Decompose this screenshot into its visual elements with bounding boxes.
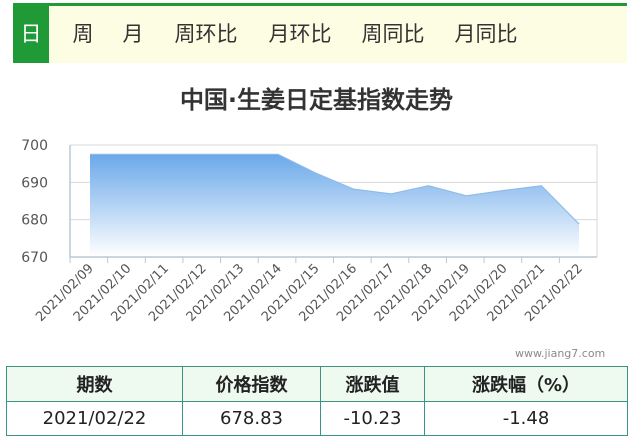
y-tick-label: 670: [21, 250, 48, 266]
x-tick-labels: 2021/02/092021/02/102021/02/112021/02/12…: [33, 261, 586, 325]
tab-week[interactable]: 周: [67, 6, 99, 63]
tab-month-year-on-year[interactable]: 月同比: [451, 6, 521, 63]
header-change-value: 涨跌值: [320, 366, 425, 402]
summary-table: 期数 价格指数 涨跌值 涨跌幅（%） 2021/02/22 678.83 -10…: [6, 366, 628, 436]
tab-week-year-on-year[interactable]: 周同比: [358, 6, 428, 63]
summary-header-row: 期数 价格指数 涨跌值 涨跌幅（%）: [6, 366, 628, 402]
y-tick-label: 680: [21, 213, 48, 229]
header-price-index: 价格指数: [182, 366, 321, 402]
tab-week-on-week[interactable]: 周环比: [171, 6, 241, 63]
chart-title: 中国·生姜日定基指数走势: [179, 86, 454, 114]
tab-day[interactable]: 日: [13, 6, 49, 63]
cell-period: 2021/02/22: [6, 401, 183, 436]
cell-price-index: 678.83: [182, 401, 321, 436]
series-area: [90, 154, 579, 257]
cell-change-value: -10.23: [320, 401, 425, 436]
tab-month[interactable]: 月: [117, 6, 149, 63]
y-tick-label: 690: [21, 175, 48, 191]
y-tick-label: 700: [21, 138, 48, 154]
tab-month-on-month[interactable]: 月环比: [265, 6, 335, 63]
header-change-percent: 涨跌幅（%）: [424, 366, 628, 402]
watermark: www.jiang7.com: [515, 347, 606, 360]
summary-data-row: 2021/02/22 678.83 -10.23 -1.48: [6, 401, 628, 436]
period-tab-bar: 日 周 月 周环比 月环比 周同比 月同比: [13, 3, 627, 63]
header-period: 期数: [6, 366, 183, 402]
index-trend-chart: 670 680 690 700 2021/02/092021/02/102021/02…: [21, 138, 598, 325]
y-tick-labels: 670 680 690 700: [21, 138, 48, 266]
cell-change-percent: -1.48: [424, 401, 628, 436]
